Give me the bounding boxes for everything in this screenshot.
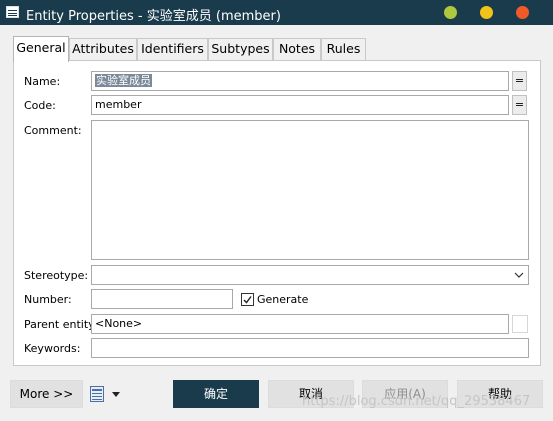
keywords-field[interactable] [91,338,529,358]
code-name-sync-button[interactable]: = [512,95,527,115]
name-field[interactable]: 实验室成员 [91,71,509,91]
number-field[interactable] [91,289,233,309]
tab-rules[interactable]: Rules [321,38,366,60]
watermark: https://blog.csdn.net/qq_29538467 [302,394,531,409]
chevron-down-icon [514,272,524,278]
tab-subtypes[interactable]: Subtypes [208,38,273,60]
stereotype-label: Stereotype: [24,269,89,282]
number-label: Number: [24,293,72,306]
tab-identifiers[interactable]: Identifiers [137,38,208,60]
minimize-button[interactable] [444,6,457,19]
ok-button[interactable]: 确定 [173,380,259,408]
general-panel: Name: 实验室成员 = Code: member = Comment: St… [13,60,541,366]
name-value: 实验室成员 [95,74,152,87]
code-label: Code: [24,99,56,112]
comment-textarea[interactable] [91,120,529,260]
tab-general[interactable]: General [13,36,69,62]
maximize-button[interactable] [480,6,493,19]
parent-entity-browse-button[interactable] [512,315,528,333]
title-bar: Entity Properties - 实验室成员 (member) [0,0,553,25]
tab-attributes[interactable]: Attributes [69,38,137,60]
tab-notes[interactable]: Notes [273,38,321,60]
entity-table-icon [6,6,19,18]
dialog-menu-button[interactable] [88,385,124,403]
code-field[interactable]: member [91,95,509,115]
stereotype-select[interactable] [91,265,529,285]
parent-entity-field[interactable]: <None> [91,314,509,334]
checkmark-icon [243,296,252,304]
close-button[interactable] [516,6,529,19]
generate-label: Generate [257,293,309,306]
generate-checkbox[interactable] [241,293,254,306]
keywords-label: Keywords: [24,342,81,355]
comment-label: Comment: [24,124,82,137]
more-button[interactable]: More >> [10,380,83,408]
name-label: Name: [24,75,61,88]
dropdown-arrow-icon [112,392,120,397]
parent-entity-label: Parent entity: [24,318,98,331]
properties-icon [90,386,104,402]
window-title: Entity Properties - 实验室成员 (member) [26,9,281,24]
name-code-sync-button[interactable]: = [512,71,527,91]
